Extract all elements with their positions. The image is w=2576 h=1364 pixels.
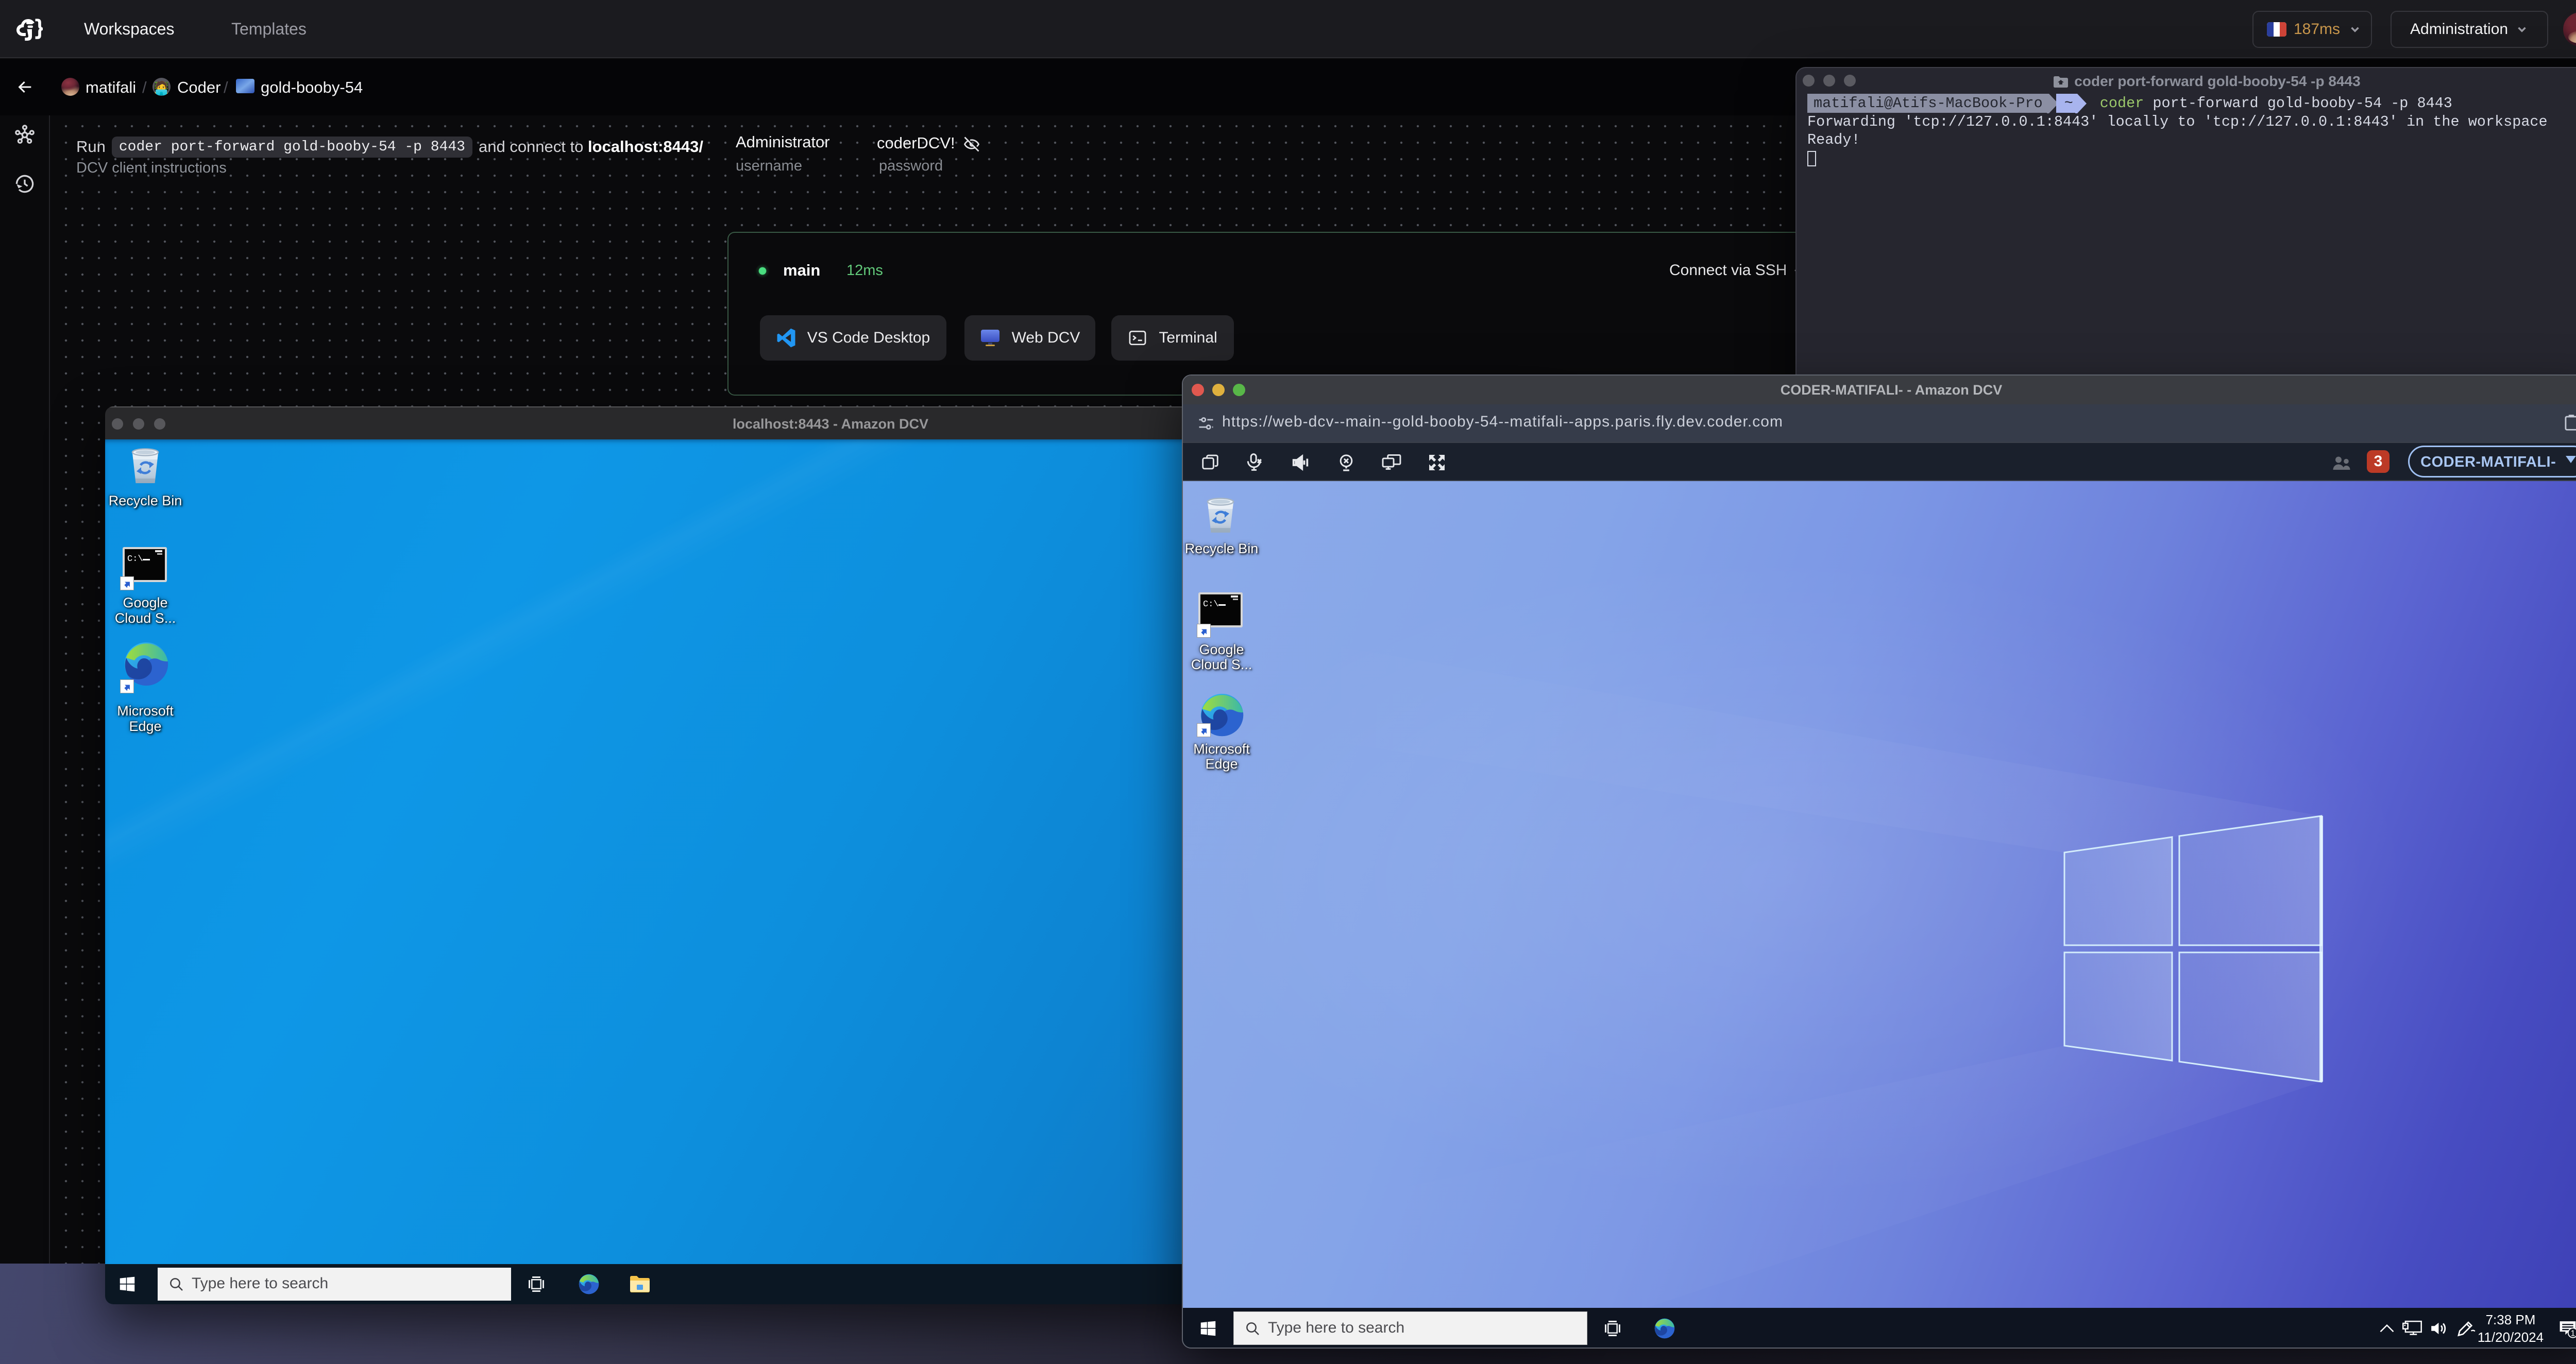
svg-text:C:\: C:\ <box>127 554 143 564</box>
svg-text:1: 1 <box>2571 1329 2575 1338</box>
svg-text:C:\: C:\ <box>1203 600 1219 609</box>
